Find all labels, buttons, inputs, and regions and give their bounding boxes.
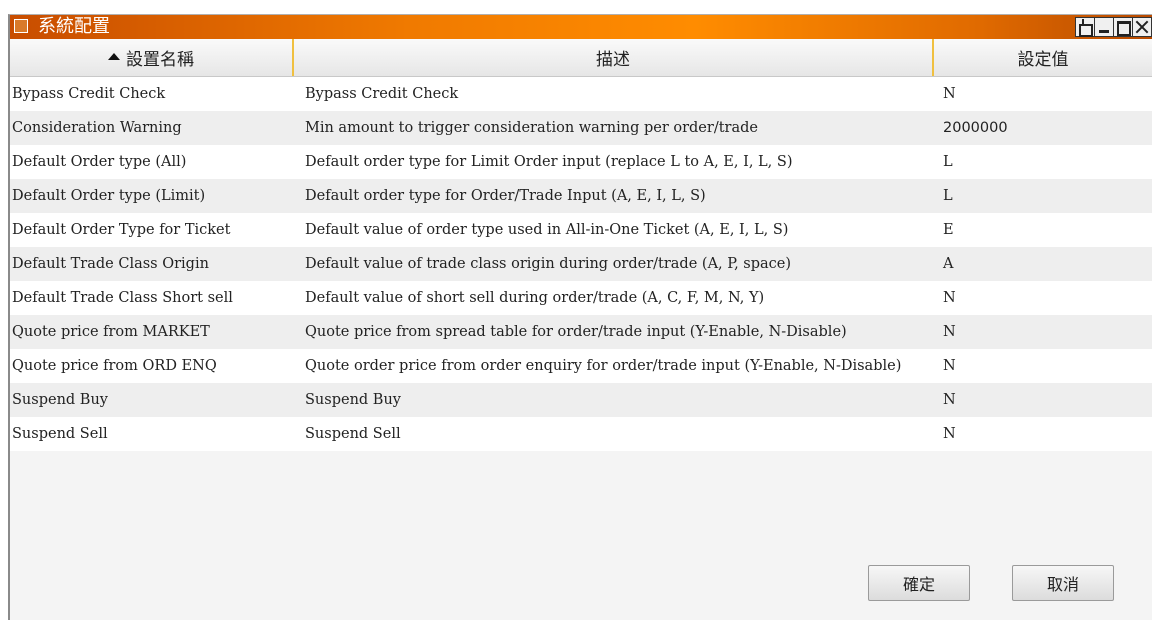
setting-value[interactable]: 2000000 xyxy=(934,120,1152,136)
setting-name: Default Order type (All) xyxy=(12,154,187,170)
setting-description: Default order type for Limit Order input… xyxy=(305,154,793,170)
setting-value[interactable]: N xyxy=(934,290,1152,306)
setting-name: Default Trade Class Short sell xyxy=(12,290,233,306)
setting-value[interactable]: L xyxy=(934,154,1152,170)
table-row[interactable]: Default Order type (Limit) Default order… xyxy=(10,179,1152,213)
setting-name: Default Order type (Limit) xyxy=(12,188,206,204)
setting-description: Suspend Buy xyxy=(305,392,401,408)
column-header-description-label: 描述 xyxy=(596,50,630,70)
table-row[interactable]: Quote price from MARKET Quote price from… xyxy=(10,315,1152,349)
table-row[interactable]: Default Order type (All) Default order t… xyxy=(10,145,1152,179)
setting-name: Consideration Warning xyxy=(12,120,182,136)
pin-icon[interactable] xyxy=(1075,17,1095,37)
confirm-button[interactable]: 確定 xyxy=(868,565,970,601)
window-title: 系統配置 xyxy=(38,16,110,37)
column-header-name-label: 設置名稱 xyxy=(126,50,194,70)
setting-name: Bypass Credit Check xyxy=(12,86,166,102)
table-row[interactable]: Quote price from ORD ENQ Quote order pri… xyxy=(10,349,1152,383)
setting-description: Default value of short sell during order… xyxy=(305,290,765,306)
table-header: 設置名稱 描述 設定值 xyxy=(10,39,1152,77)
setting-name: Suspend Sell xyxy=(12,426,108,442)
setting-name: Default Trade Class Origin xyxy=(12,256,209,272)
maximize-icon[interactable] xyxy=(1113,17,1133,37)
setting-name: Suspend Buy xyxy=(12,392,108,408)
column-header-description[interactable]: 描述 xyxy=(294,39,934,76)
table-row[interactable]: Suspend Buy Suspend Buy N xyxy=(10,383,1152,417)
setting-description: Default value of trade class origin duri… xyxy=(305,256,792,272)
table-row[interactable]: Consideration Warning Min amount to trig… xyxy=(10,111,1152,145)
window-icon xyxy=(14,19,28,33)
setting-value[interactable]: A xyxy=(934,256,1152,272)
setting-value[interactable]: N xyxy=(934,426,1152,442)
setting-description: Default value of order type used in All-… xyxy=(305,222,789,238)
title-bar[interactable]: 系統配置 xyxy=(10,15,1152,39)
minimize-icon[interactable] xyxy=(1094,17,1114,37)
setting-value[interactable]: N xyxy=(934,358,1152,374)
system-config-window: 系統配置 設置名稱 描述 設定值 Bypass Credit Check Byp… xyxy=(8,14,1152,620)
setting-description: Suspend Sell xyxy=(305,426,401,442)
setting-value[interactable]: N xyxy=(934,86,1152,102)
table-row[interactable]: Bypass Credit Check Bypass Credit Check … xyxy=(10,77,1152,111)
table-row[interactable]: Suspend Sell Suspend Sell N xyxy=(10,417,1152,451)
cancel-button[interactable]: 取消 xyxy=(1012,565,1114,601)
setting-value[interactable]: L xyxy=(934,188,1152,204)
setting-value[interactable]: N xyxy=(934,324,1152,340)
sort-ascending-icon xyxy=(108,53,120,60)
window-controls xyxy=(1075,17,1152,37)
setting-value[interactable]: E xyxy=(934,222,1152,238)
setting-description: Quote order price from order enquiry for… xyxy=(305,358,902,374)
column-header-name[interactable]: 設置名稱 xyxy=(10,39,294,76)
setting-description: Quote price from spread table for order/… xyxy=(305,324,847,340)
setting-name: Quote price from MARKET xyxy=(12,324,210,340)
column-header-value-label: 設定值 xyxy=(1017,50,1069,70)
setting-description: Min amount to trigger consideration warn… xyxy=(305,120,758,136)
table-row[interactable]: Default Trade Class Short sell Default v… xyxy=(10,281,1152,315)
column-header-value[interactable]: 設定值 xyxy=(934,39,1152,76)
close-icon[interactable] xyxy=(1132,17,1152,37)
setting-description: Bypass Credit Check xyxy=(305,86,459,102)
setting-value[interactable]: N xyxy=(934,392,1152,408)
setting-name: Default Order Type for Ticket xyxy=(12,222,231,238)
table-row[interactable]: Default Trade Class Origin Default value… xyxy=(10,247,1152,281)
setting-description: Default order type for Order/Trade Input… xyxy=(305,188,706,204)
table-body: Bypass Credit Check Bypass Credit Check … xyxy=(10,77,1152,451)
setting-name: Quote price from ORD ENQ xyxy=(12,358,217,374)
table-row[interactable]: Default Order Type for Ticket Default va… xyxy=(10,213,1152,247)
